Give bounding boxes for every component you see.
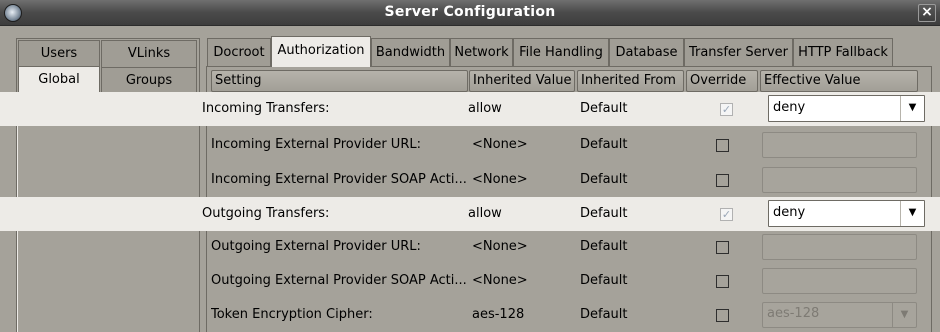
column-header-inherited-value[interactable]: Inherited Value <box>469 70 575 92</box>
tab-bandwidth[interactable]: Bandwidth <box>371 38 450 67</box>
override-checkbox[interactable] <box>716 139 729 152</box>
chevron-down-icon[interactable]: ▼ <box>900 96 924 121</box>
inherited-from: Default <box>580 172 628 187</box>
window-title: Server Configuration <box>384 4 556 20</box>
column-header-inherited-from[interactable]: Inherited From <box>577 70 684 92</box>
combobox-value: deny <box>773 205 806 220</box>
effective-value-field <box>762 234 917 260</box>
combobox-value: aes-128 <box>767 306 820 321</box>
effective-value-combobox[interactable]: deny ▼ <box>768 200 925 227</box>
setting-name: Incoming External Provider SOAP Acti... <box>211 172 466 187</box>
tab-users[interactable]: Users <box>18 40 100 68</box>
setting-name: Incoming Transfers: <box>202 101 330 116</box>
inherited-value: aes-128 <box>472 307 525 322</box>
inherited-from: Default <box>580 239 628 254</box>
inherited-value: allow <box>468 206 502 221</box>
tab-transfer-server[interactable]: Transfer Server <box>684 38 793 67</box>
inherited-value: <None> <box>472 172 528 187</box>
tab-authorization[interactable]: Authorization <box>271 36 371 67</box>
column-header-effective-value[interactable]: Effective Value <box>760 70 918 92</box>
effective-value-combobox-disabled: aes-128 ▼ <box>762 302 917 328</box>
setting-name: Outgoing External Provider URL: <box>211 239 421 254</box>
override-checkbox[interactable] <box>716 275 729 288</box>
override-checkbox[interactable] <box>716 174 729 187</box>
table-row[interactable]: Incoming Transfers: allow Default ✓ deny… <box>0 92 940 126</box>
effective-value-field <box>762 167 917 193</box>
override-checkbox[interactable]: ✓ <box>720 103 733 116</box>
override-checkbox[interactable]: ✓ <box>720 208 733 221</box>
close-icon[interactable]: × <box>918 4 936 22</box>
table-row[interactable]: Incoming External Provider URL: <None> D… <box>0 128 940 162</box>
column-header-setting[interactable]: Setting <box>211 70 468 92</box>
inherited-from: Default <box>580 206 628 221</box>
setting-name: Incoming External Provider URL: <box>211 137 421 152</box>
inherited-value: <None> <box>472 273 528 288</box>
tab-groups[interactable]: Groups <box>101 67 197 95</box>
tab-docroot[interactable]: Docroot <box>207 38 271 67</box>
combobox-value: deny <box>773 100 806 115</box>
override-checkbox[interactable] <box>716 309 729 322</box>
inherited-value: <None> <box>472 137 528 152</box>
effective-value-combobox[interactable]: deny ▼ <box>768 95 925 122</box>
inherited-from: Default <box>580 101 628 116</box>
table-row[interactable]: Token Encryption Cipher: aes-128 Default… <box>0 298 940 332</box>
setting-name: Token Encryption Cipher: <box>211 307 373 322</box>
setting-name: Outgoing Transfers: <box>202 206 330 221</box>
effective-value-field <box>762 132 917 158</box>
inherited-value: allow <box>468 101 502 116</box>
override-checkbox[interactable] <box>716 241 729 254</box>
inherited-from: Default <box>580 273 628 288</box>
inherited-from: Default <box>580 307 628 322</box>
tab-vlinks[interactable]: VLinks <box>101 40 197 68</box>
table-row[interactable]: Outgoing Transfers: allow Default ✓ deny… <box>0 197 940 231</box>
column-header-override[interactable]: Override <box>686 70 758 92</box>
chevron-down-icon: ▼ <box>892 303 916 327</box>
setting-name: Outgoing External Provider SOAP Acti... <box>211 273 466 288</box>
chevron-down-icon[interactable]: ▼ <box>900 201 924 226</box>
table-row[interactable]: Incoming External Provider SOAP Acti... … <box>0 163 940 197</box>
tab-network[interactable]: Network <box>450 38 513 67</box>
inherited-value: <None> <box>472 239 528 254</box>
inherited-from: Default <box>580 137 628 152</box>
tab-database[interactable]: Database <box>609 38 684 67</box>
table-row[interactable]: Outgoing External Provider URL: <None> D… <box>0 230 940 264</box>
table-row[interactable]: Outgoing External Provider SOAP Acti... … <box>0 264 940 298</box>
tab-file-handling[interactable]: File Handling <box>513 38 609 67</box>
effective-value-field <box>762 268 917 294</box>
title-bar: Server Configuration × <box>0 0 940 26</box>
tab-http-fallback[interactable]: HTTP Fallback <box>793 38 893 67</box>
